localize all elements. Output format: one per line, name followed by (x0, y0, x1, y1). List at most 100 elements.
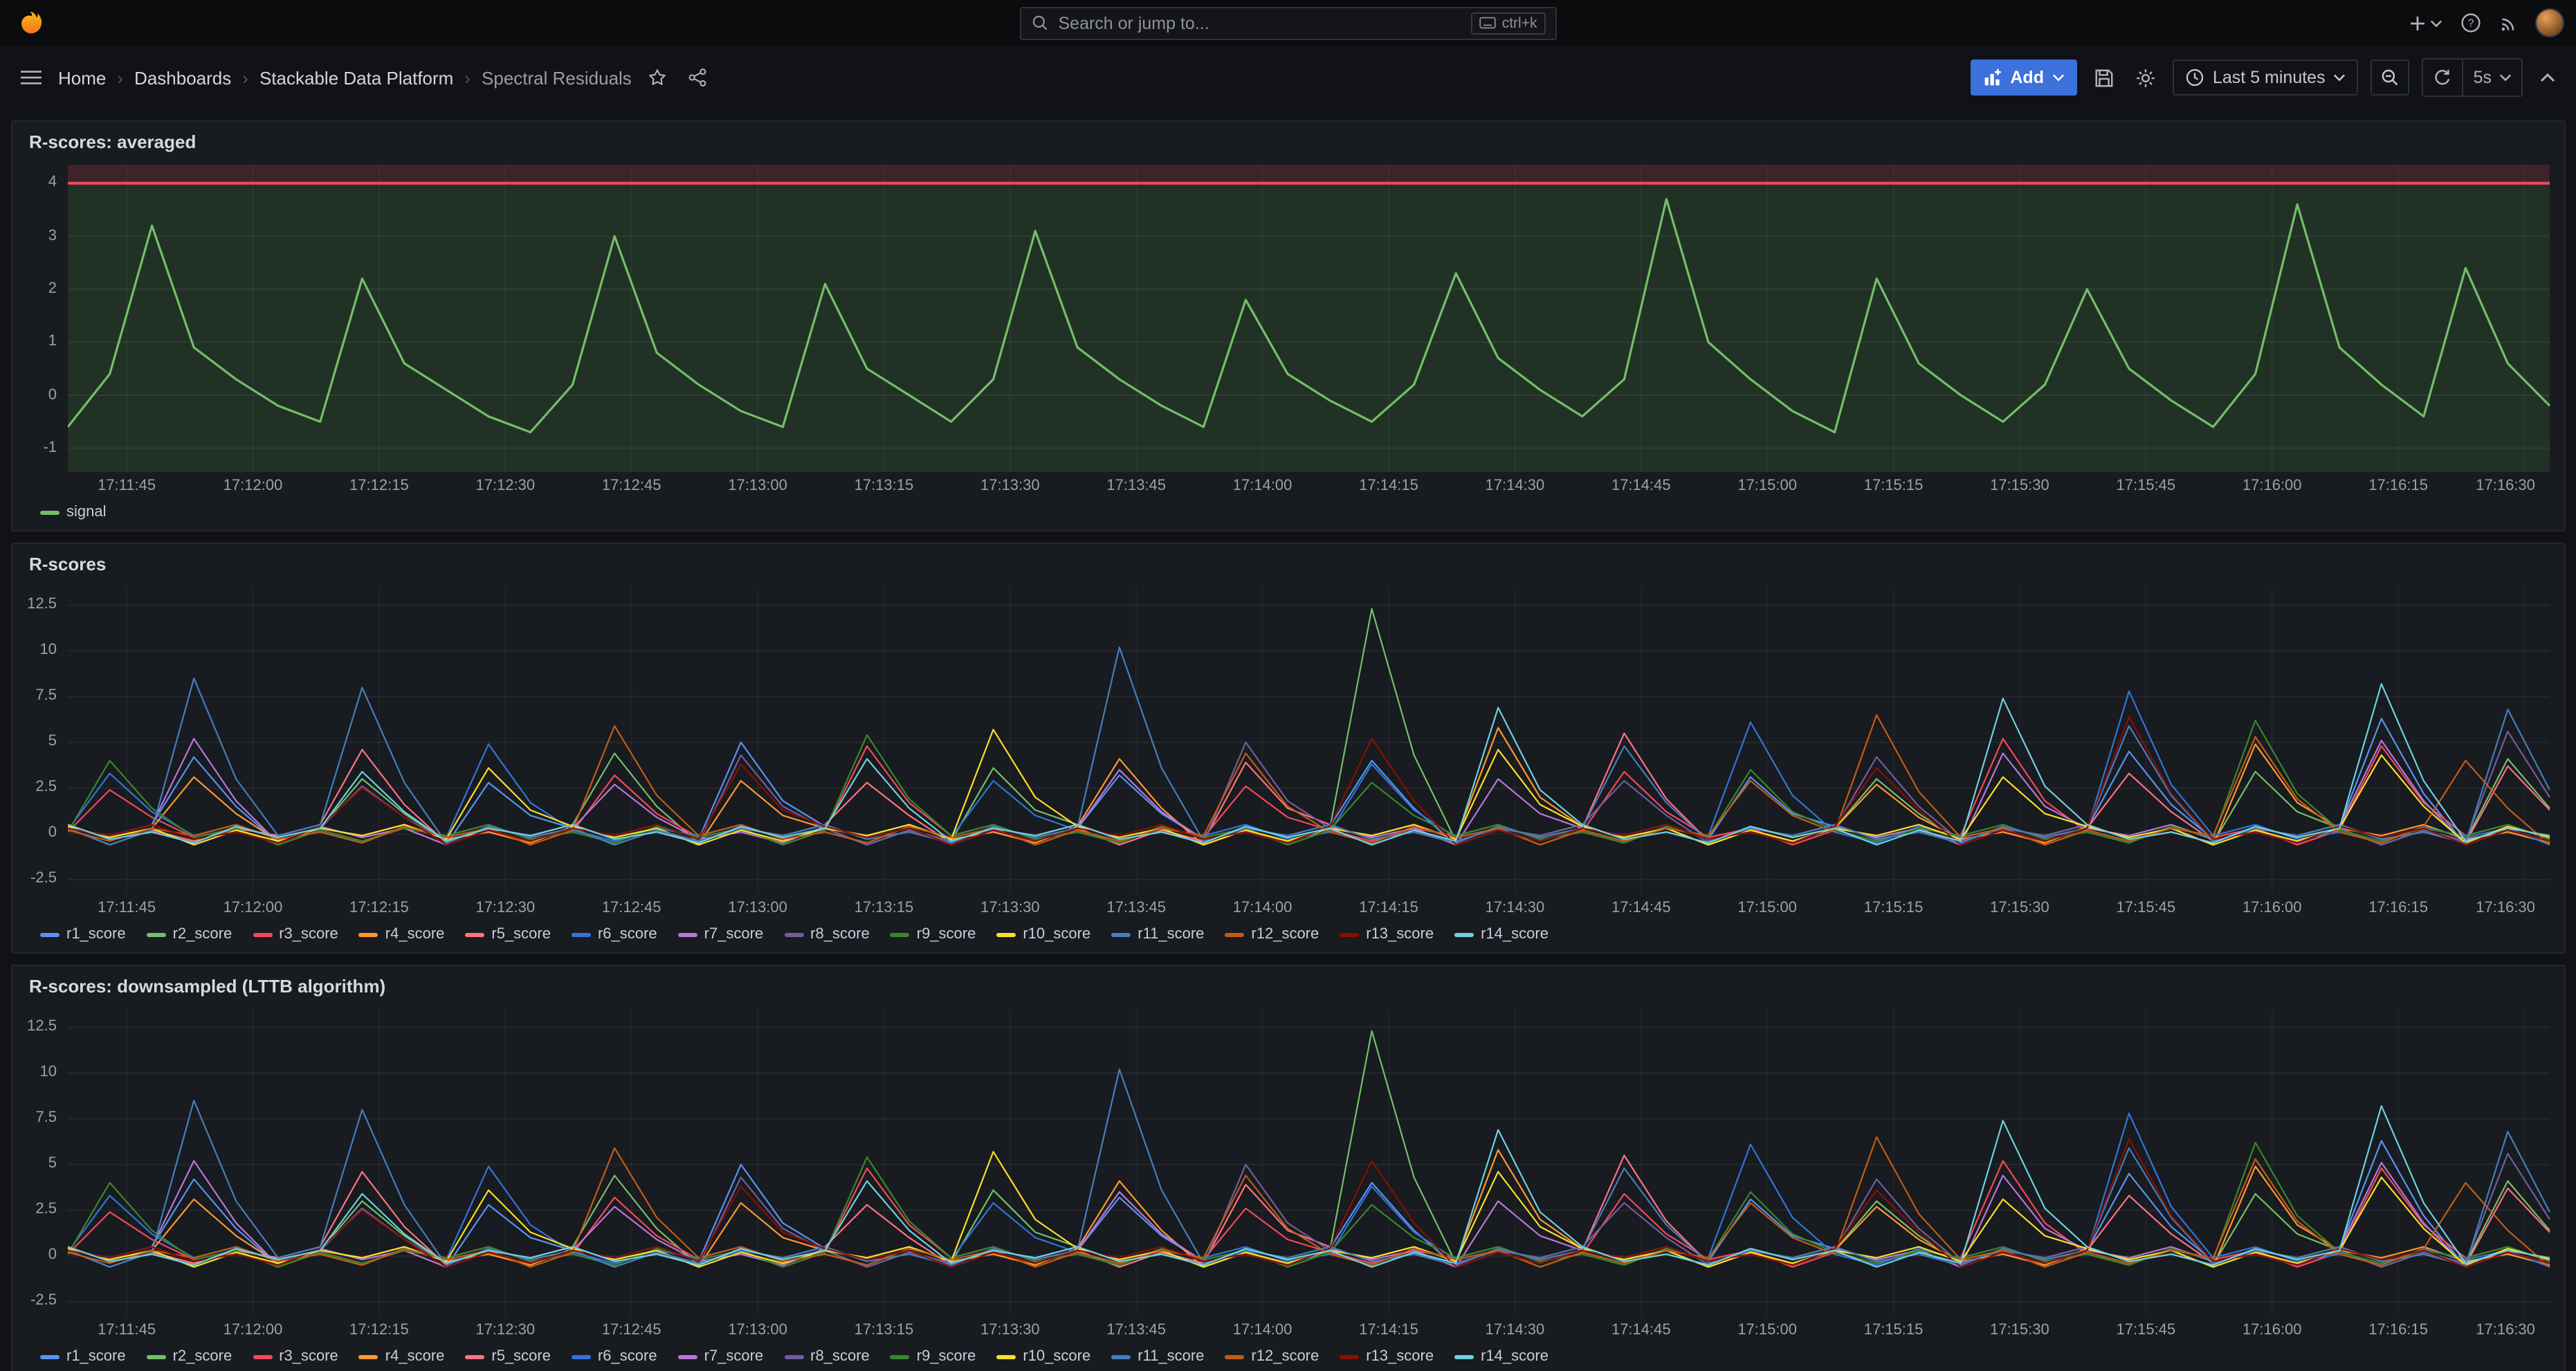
legend-item-r6_score[interactable]: r6_score (572, 1348, 657, 1365)
chart-body: 43210-1 (24, 165, 2550, 472)
plot-area[interactable] (68, 1009, 2550, 1316)
x-axis-label: 17:15:30 (1990, 900, 2049, 916)
news-button[interactable] (2499, 13, 2518, 33)
y-axis-label: 10 (40, 1066, 57, 1081)
y-axis-label: 0 (48, 388, 57, 403)
legend-item-r7_score[interactable]: r7_score (678, 926, 764, 943)
x-axis-label: 17:15:00 (1737, 478, 1797, 494)
legend-item-r14_score[interactable]: r14_score (1454, 926, 1549, 943)
legend-item-r10_score[interactable]: r10_score (996, 1348, 1090, 1365)
panel-title[interactable]: R-scores: downsampled (LTTB algorithm) (12, 966, 2564, 1005)
legend-swatch (996, 932, 1016, 936)
plot-canvas[interactable] (68, 165, 2550, 472)
panel-r-scores-downsampled: R-scores: downsampled (LTTB algorithm) 1… (11, 965, 2565, 1371)
legend-item-r9_score[interactable]: r9_score (890, 1348, 976, 1365)
legend-item-r4_score[interactable]: r4_score (359, 926, 445, 943)
legend-item-r3_score[interactable]: r3_score (253, 1348, 338, 1365)
search-input[interactable]: Search or jump to... ctrl+k (1020, 6, 1557, 39)
legend: r1_score r2_score r3_score r4_score r5_score… (40, 923, 2550, 945)
legend-item-r1_score[interactable]: r1_score (40, 926, 126, 943)
legend-item-r1_score[interactable]: r1_score (40, 1348, 126, 1365)
panel-title[interactable]: R-scores (12, 544, 2564, 583)
legend-item-r2_score[interactable]: r2_score (147, 1348, 232, 1365)
legend-item-r11_score[interactable]: r11_score (1111, 1348, 1204, 1365)
favorite-button[interactable] (644, 60, 672, 96)
time-range-picker[interactable]: Last 5 minutes (2173, 60, 2359, 96)
add-button[interactable]: Add (1970, 60, 2077, 96)
x-axis-label: 17:14:30 (1486, 900, 1545, 916)
save-button[interactable] (2090, 60, 2119, 96)
x-axis-label: 17:15:45 (2117, 900, 2176, 916)
legend-item-r5_score[interactable]: r5_score (465, 1348, 551, 1365)
legend-item-r13_score[interactable]: r13_score (1340, 1348, 1434, 1365)
plot-canvas[interactable] (68, 587, 2550, 894)
plot-canvas[interactable] (68, 1009, 2550, 1316)
refresh-button[interactable] (2424, 60, 2463, 96)
breadcrumb-item[interactable]: Home (58, 67, 106, 88)
chevron-down-icon (2052, 73, 2065, 82)
dashboard-toolbar: Home›Dashboards›Stackable Data Platform›… (0, 46, 2576, 109)
breadcrumb-item[interactable]: Dashboards (134, 67, 231, 88)
legend-label: r2_score (173, 1348, 232, 1365)
legend-item-r3_score[interactable]: r3_score (253, 926, 338, 943)
legend-label: r9_score (917, 1348, 976, 1365)
x-axis-label: 17:14:45 (1611, 900, 1671, 916)
legend-item-r8_score[interactable]: r8_score (784, 1348, 870, 1365)
x-axis-label: 17:14:30 (1486, 1322, 1545, 1338)
x-axis: 17:11:4517:12:0017:12:1517:12:3017:12:45… (68, 900, 2550, 918)
legend-swatch (40, 510, 60, 514)
legend-swatch (359, 1354, 378, 1359)
avatar (2536, 10, 2562, 36)
plot-area[interactable] (68, 165, 2550, 472)
x-axis-label: 17:14:30 (1486, 478, 1545, 494)
star-icon (648, 68, 668, 87)
breadcrumb-item[interactable]: Stackable Data Platform (259, 67, 453, 88)
panel-title[interactable]: R-scores: averaged (12, 122, 2564, 161)
panel-r-scores: R-scores 12.5107.552.50-2.5 17:11:4517:1… (11, 543, 2565, 954)
legend-item-r8_score[interactable]: r8_score (784, 926, 870, 943)
series-line-r13_score (68, 717, 2550, 845)
x-axis-label: 17:16:15 (2368, 900, 2428, 916)
legend-item-r13_score[interactable]: r13_score (1340, 926, 1434, 943)
y-axis-label: 2.5 (35, 1203, 57, 1218)
legend-item-r4_score[interactable]: r4_score (359, 1348, 445, 1365)
y-axis-label: 0 (48, 826, 57, 842)
legend-item-r14_score[interactable]: r14_score (1454, 1348, 1549, 1365)
x-axis-label: 17:12:00 (223, 900, 283, 916)
settings-button[interactable] (2131, 60, 2160, 96)
x-axis-label: 17:16:30 (2476, 478, 2535, 494)
legend-item-r6_score[interactable]: r6_score (572, 926, 657, 943)
legend-item-r5_score[interactable]: r5_score (465, 926, 551, 943)
collapse-rows-button[interactable] (2534, 60, 2559, 96)
add-panel-icon (1982, 68, 2002, 87)
search-icon (1031, 14, 1049, 32)
x-axis-label: 17:15:00 (1737, 900, 1797, 916)
legend-item-r11_score[interactable]: r11_score (1111, 926, 1204, 943)
legend-item-signal[interactable]: signal (40, 504, 107, 520)
profile-button[interactable] (2536, 10, 2562, 36)
share-icon (688, 68, 708, 87)
mega-menu-toggle[interactable] (17, 60, 46, 96)
refresh-interval-picker[interactable]: 5s (2464, 60, 2521, 96)
hamburger-icon (21, 69, 42, 86)
series-line-r12_score (68, 715, 2550, 845)
zoom-out-button[interactable] (2371, 60, 2410, 96)
share-button[interactable] (684, 60, 712, 96)
y-axis-label: -2.5 (30, 1294, 57, 1309)
legend-item-r7_score[interactable]: r7_score (678, 1348, 764, 1365)
x-axis-label: 17:11:45 (98, 1322, 156, 1338)
grafana-logo[interactable] (14, 7, 46, 39)
legend-swatch (678, 1354, 697, 1359)
legend-item-r9_score[interactable]: r9_score (890, 926, 976, 943)
legend-label: r2_score (173, 926, 232, 943)
help-button[interactable]: ? (2460, 12, 2481, 33)
legend-item-r2_score[interactable]: r2_score (147, 926, 232, 943)
legend-item-r12_score[interactable]: r12_score (1225, 1348, 1319, 1365)
new-button[interactable] (2407, 13, 2442, 33)
legend-swatch (40, 932, 60, 936)
legend-item-r10_score[interactable]: r10_score (996, 926, 1090, 943)
plot-area[interactable] (68, 587, 2550, 894)
series-line-r14_score (68, 684, 2550, 845)
legend-item-r12_score[interactable]: r12_score (1225, 926, 1319, 943)
x-axis-label: 17:16:00 (2242, 900, 2302, 916)
